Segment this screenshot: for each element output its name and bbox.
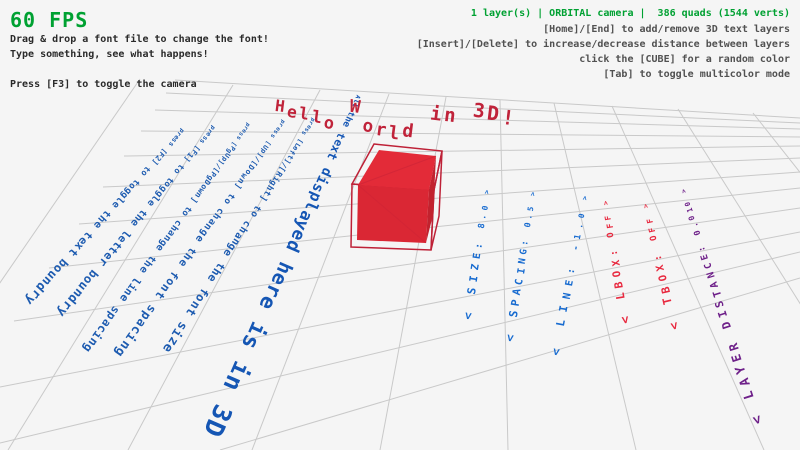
scene-viewport[interactable]: press[F2]totogglethetextboundrypress[F1]… xyxy=(0,0,800,450)
cube-top-face[interactable] xyxy=(358,150,436,190)
cube-faces[interactable] xyxy=(357,150,436,243)
app-window: press[F2]totogglethetextboundrypress[F1]… xyxy=(0,0,800,450)
cube-front-face[interactable] xyxy=(357,185,429,243)
red-cube[interactable] xyxy=(0,0,800,450)
